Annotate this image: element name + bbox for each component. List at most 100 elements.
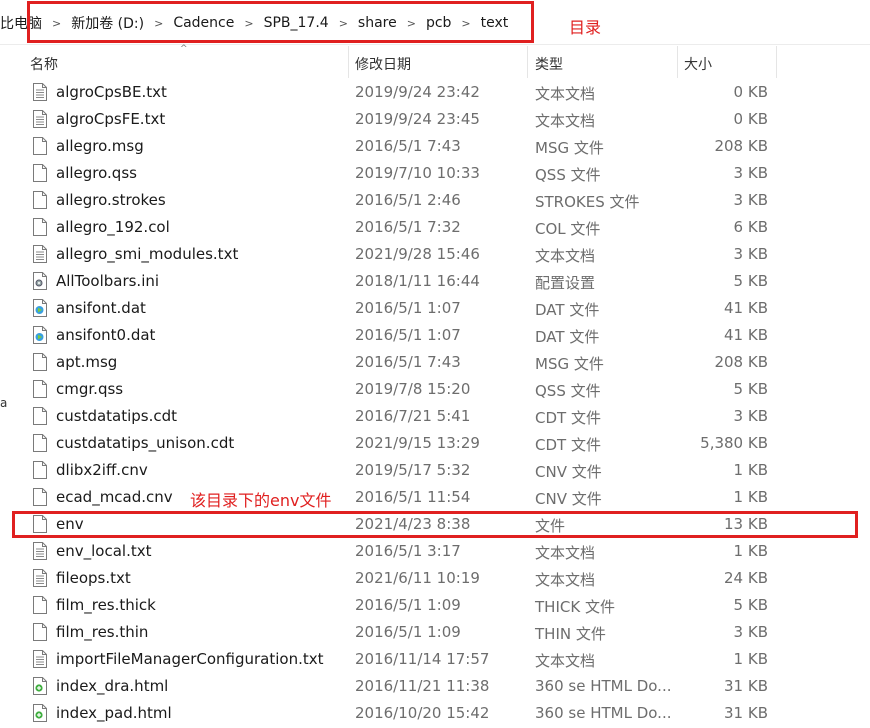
file-type: STROKES 文件 — [535, 193, 640, 211]
file-row[interactable]: apt.msg 2016/5/1 7:43 MSG 文件 208 KB — [0, 349, 870, 376]
blank-file-icon — [33, 164, 47, 182]
file-name: allegro_smi_modules.txt — [56, 245, 239, 263]
column-type[interactable]: 类型 — [535, 54, 563, 74]
blank-file-icon — [33, 191, 47, 209]
text-file-icon — [33, 569, 47, 587]
file-row[interactable]: index_pad.html 2016/10/20 15:42 360 se HTM… — [0, 700, 870, 727]
file-date: 2021/9/15 13:29 — [355, 434, 480, 452]
file-name: ecad_mcad.cnv — [56, 488, 173, 506]
blank-file-icon — [33, 488, 47, 506]
blank-file-icon — [33, 596, 47, 614]
file-name: film_res.thick — [56, 596, 156, 614]
file-size: 3 KB — [733, 164, 768, 182]
blank-file-icon — [33, 623, 47, 641]
file-row[interactable]: ansifont.dat 2016/5/1 1:07 DAT 文件 41 KB — [0, 295, 870, 322]
file-row[interactable]: algroCpsFE.txt 2019/9/24 23:45 文本文档 0 KB — [0, 106, 870, 133]
file-row[interactable]: film_res.thin 2016/5/1 1:09 THIN 文件 3 KB — [0, 619, 870, 646]
file-size: 3 KB — [733, 623, 768, 641]
file-row[interactable]: allegro_smi_modules.txt 2021/9/28 15:46 文本… — [0, 241, 870, 268]
blank-file-icon — [33, 137, 47, 155]
file-row[interactable]: allegro.strokes 2016/5/1 2:46 STROKES 文件 3 … — [0, 187, 870, 214]
file-name: allegro.qss — [56, 164, 137, 182]
file-type: 文本文档 — [535, 652, 596, 670]
text-file-icon — [33, 83, 47, 101]
file-size: 1 KB — [733, 542, 768, 560]
file-type: 文本文档 — [535, 85, 596, 103]
file-name: custdatatips.cdt — [56, 407, 178, 425]
file-date: 2016/5/1 1:07 — [355, 326, 461, 344]
file-name: ansifont0.dat — [56, 326, 156, 344]
file-size: 3 KB — [733, 191, 768, 209]
blank-file-icon — [33, 380, 47, 398]
file-type: 文本文档 — [535, 544, 596, 562]
file-size: 24 KB — [724, 569, 768, 587]
file-row[interactable]: env_local.txt 2016/5/1 3:17 文本文档 1 KB — [0, 538, 870, 565]
file-row[interactable]: allegro_192.col 2016/5/1 7:32 COL 文件 6 KB — [0, 214, 870, 241]
file-row[interactable]: dlibx2iff.cnv 2019/5/17 5:32 CNV 文件 1 KB — [0, 457, 870, 484]
blank-file-icon — [33, 218, 47, 236]
file-size: 208 KB — [714, 353, 768, 371]
file-date: 2016/5/1 1:07 — [355, 299, 461, 317]
file-size: 5 KB — [733, 596, 768, 614]
file-row[interactable]: custdatatips.cdt 2016/7/21 5:41 CDT 文件 3 KB — [0, 403, 870, 430]
file-size: 5 KB — [733, 380, 768, 398]
column-size[interactable]: 大小 — [684, 54, 712, 74]
file-name: algroCpsBE.txt — [56, 83, 167, 101]
file-name: allegro_192.col — [56, 218, 170, 236]
file-size: 31 KB — [724, 704, 768, 722]
file-size: 3 KB — [733, 407, 768, 425]
file-date: 2019/7/8 15:20 — [355, 380, 471, 398]
text-file-icon — [33, 650, 47, 668]
file-name: index_pad.html — [56, 704, 172, 722]
file-size: 1 KB — [733, 650, 768, 668]
file-size: 31 KB — [724, 677, 768, 695]
file-date: 2019/5/17 5:32 — [355, 461, 471, 479]
file-date: 2019/7/10 10:33 — [355, 164, 480, 182]
file-row[interactable]: fileops.txt 2021/6/11 10:19 文本文档 24 KB — [0, 565, 870, 592]
file-type: THIN 文件 — [535, 625, 606, 643]
file-size: 5,380 KB — [700, 434, 768, 452]
file-list: algroCpsBE.txt 2019/9/24 23:42 文本文档 0 KB alg… — [0, 79, 870, 727]
file-date: 2016/5/1 2:46 — [355, 191, 461, 209]
file-name: AllToolbars.ini — [56, 272, 160, 290]
file-row[interactable]: cmgr.qss 2019/7/8 15:20 QSS 文件 5 KB — [0, 376, 870, 403]
column-name[interactable]: 名称 — [30, 54, 58, 74]
directory-note: 目录 — [569, 18, 602, 37]
file-name: fileops.txt — [56, 569, 131, 587]
file-name: film_res.thin — [56, 623, 149, 641]
env-note: 该目录下的env文件 — [190, 491, 332, 510]
column-header: 名称 ^ 修改日期 类型 大小 — [0, 44, 870, 78]
file-name: apt.msg — [56, 353, 118, 371]
file-size: 0 KB — [733, 110, 768, 128]
file-type: MSG 文件 — [535, 139, 604, 157]
file-name: algroCpsFE.txt — [56, 110, 166, 128]
blank-file-icon — [33, 434, 47, 452]
file-row[interactable]: allegro.qss 2019/7/10 10:33 QSS 文件 3 KB — [0, 160, 870, 187]
text-file-icon — [33, 542, 47, 560]
file-row[interactable]: ecad_mcad.cnv 2016/5/1 11:54 CNV 文件 1 KB — [0, 484, 870, 511]
file-date: 2016/11/14 17:57 — [355, 650, 490, 668]
file-row[interactable]: ansifont0.dat 2016/5/1 1:07 DAT 文件 41 KB — [0, 322, 870, 349]
file-name: index_dra.html — [56, 677, 169, 695]
file-row[interactable]: algroCpsBE.txt 2019/9/24 23:42 文本文档 0 KB — [0, 79, 870, 106]
file-row[interactable]: custdatatips_unison.cdt 2021/9/15 13:29 CD… — [0, 430, 870, 457]
text-file-icon — [33, 110, 47, 128]
file-type: CDT 文件 — [535, 436, 601, 454]
file-type: CNV 文件 — [535, 490, 602, 508]
file-size: 41 KB — [724, 326, 768, 344]
file-row[interactable]: index_dra.html 2016/11/21 11:38 360 se HTM… — [0, 673, 870, 700]
file-name: ansifont.dat — [56, 299, 146, 317]
file-row[interactable]: importFileManagerConfiguration.txt 2016/1… — [0, 646, 870, 673]
file-name: allegro.msg — [56, 137, 144, 155]
file-row[interactable]: AllToolbars.ini 2018/1/11 16:44 配置设置 5 KB — [0, 268, 870, 295]
file-row[interactable]: film_res.thick 2016/5/1 1:09 THICK 文件 5 KB — [0, 592, 870, 619]
file-type: THICK 文件 — [535, 598, 615, 616]
file-row[interactable]: allegro.msg 2016/5/1 7:43 MSG 文件 208 KB — [0, 133, 870, 160]
file-type: 360 se HTML Do... — [535, 704, 672, 722]
file-date: 2016/11/21 11:38 — [355, 677, 490, 695]
file-size: 41 KB — [724, 299, 768, 317]
blank-file-icon — [33, 353, 47, 371]
directory-highlight-box — [27, 1, 534, 43]
file-name: dlibx2iff.cnv — [56, 461, 148, 479]
column-date[interactable]: 修改日期 — [355, 54, 411, 74]
